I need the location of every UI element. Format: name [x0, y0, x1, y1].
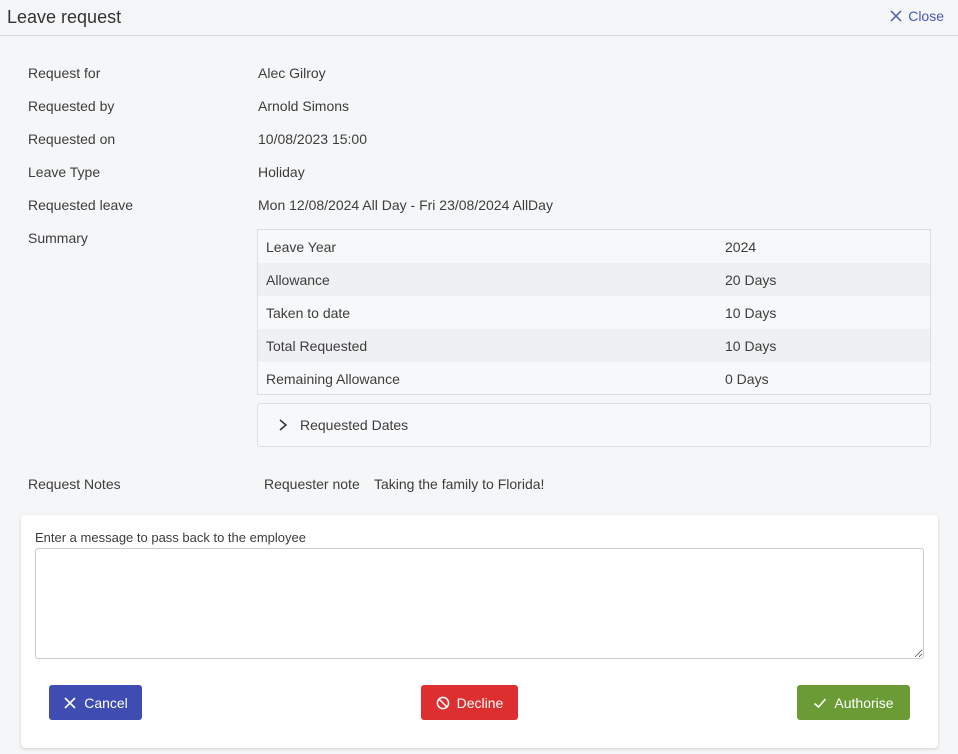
requested-leave-label: Requested leave	[28, 197, 134, 213]
authorise-label: Authorise	[834, 694, 894, 711]
response-card: Enter a message to pass back to the empl…	[21, 515, 938, 748]
summary-row: Total Requested 10 Days	[258, 329, 930, 362]
authorise-button[interactable]: Authorise	[797, 685, 910, 720]
request-for-value: Alec Gilroy	[258, 65, 326, 81]
decline-button[interactable]: Decline	[421, 685, 518, 720]
summary-key: Leave Year	[266, 239, 337, 255]
requested-on-label: Requested on	[28, 131, 116, 147]
leave-type-label: Leave Type	[28, 164, 101, 180]
summary-row: Leave Year 2024	[258, 230, 930, 263]
ban-icon	[436, 696, 449, 709]
requester-note-label: Requester note	[264, 476, 360, 492]
close-button[interactable]: Close	[890, 8, 944, 24]
summary-value: 0 Days	[725, 371, 769, 387]
requester-note-text: Taking the family to Florida!	[374, 476, 545, 492]
summary-row: Allowance 20 Days	[258, 263, 930, 296]
dialog-header: Leave request Close	[0, 0, 958, 36]
summary-table: Leave Year 2024 Allowance 20 Days Taken …	[257, 229, 931, 395]
summary-key: Total Requested	[266, 338, 368, 354]
summary-row: Remaining Allowance 0 Days	[258, 362, 930, 395]
check-icon	[814, 697, 827, 708]
close-label: Close	[908, 8, 944, 24]
summary-key: Remaining Allowance	[266, 371, 400, 387]
request-notes-label: Request Notes	[28, 476, 121, 492]
message-textarea[interactable]	[35, 548, 924, 659]
cancel-button[interactable]: Cancel	[49, 685, 142, 720]
cancel-label: Cancel	[84, 694, 128, 711]
requested-dates-accordion[interactable]: Requested Dates	[257, 403, 931, 447]
requested-leave-value: Mon 12/08/2024 All Day - Fri 23/08/2024 …	[258, 197, 553, 213]
summary-label: Summary	[28, 230, 88, 246]
requested-by-label: Requested by	[28, 98, 115, 114]
close-icon	[64, 696, 76, 709]
request-for-label: Request for	[28, 65, 101, 81]
requested-by-value: Arnold Simons	[258, 98, 350, 114]
requested-on-value: 10/08/2023 15:00	[258, 131, 367, 147]
summary-row: Taken to date 10 Days	[258, 296, 930, 329]
close-icon	[890, 10, 902, 22]
summary-value: 20 Days	[725, 272, 777, 288]
summary-key: Taken to date	[266, 305, 351, 321]
summary-value: 10 Days	[725, 338, 777, 354]
message-label: Enter a message to pass back to the empl…	[35, 530, 306, 545]
summary-key: Allowance	[266, 272, 330, 288]
requested-dates-label: Requested Dates	[300, 417, 409, 433]
page-title: Leave request	[7, 7, 122, 27]
summary-value: 2024	[725, 239, 757, 255]
chevron-right-icon	[279, 419, 288, 431]
leave-type-value: Holiday	[258, 164, 305, 180]
decline-label: Decline	[456, 694, 504, 711]
summary-value: 10 Days	[725, 305, 777, 321]
